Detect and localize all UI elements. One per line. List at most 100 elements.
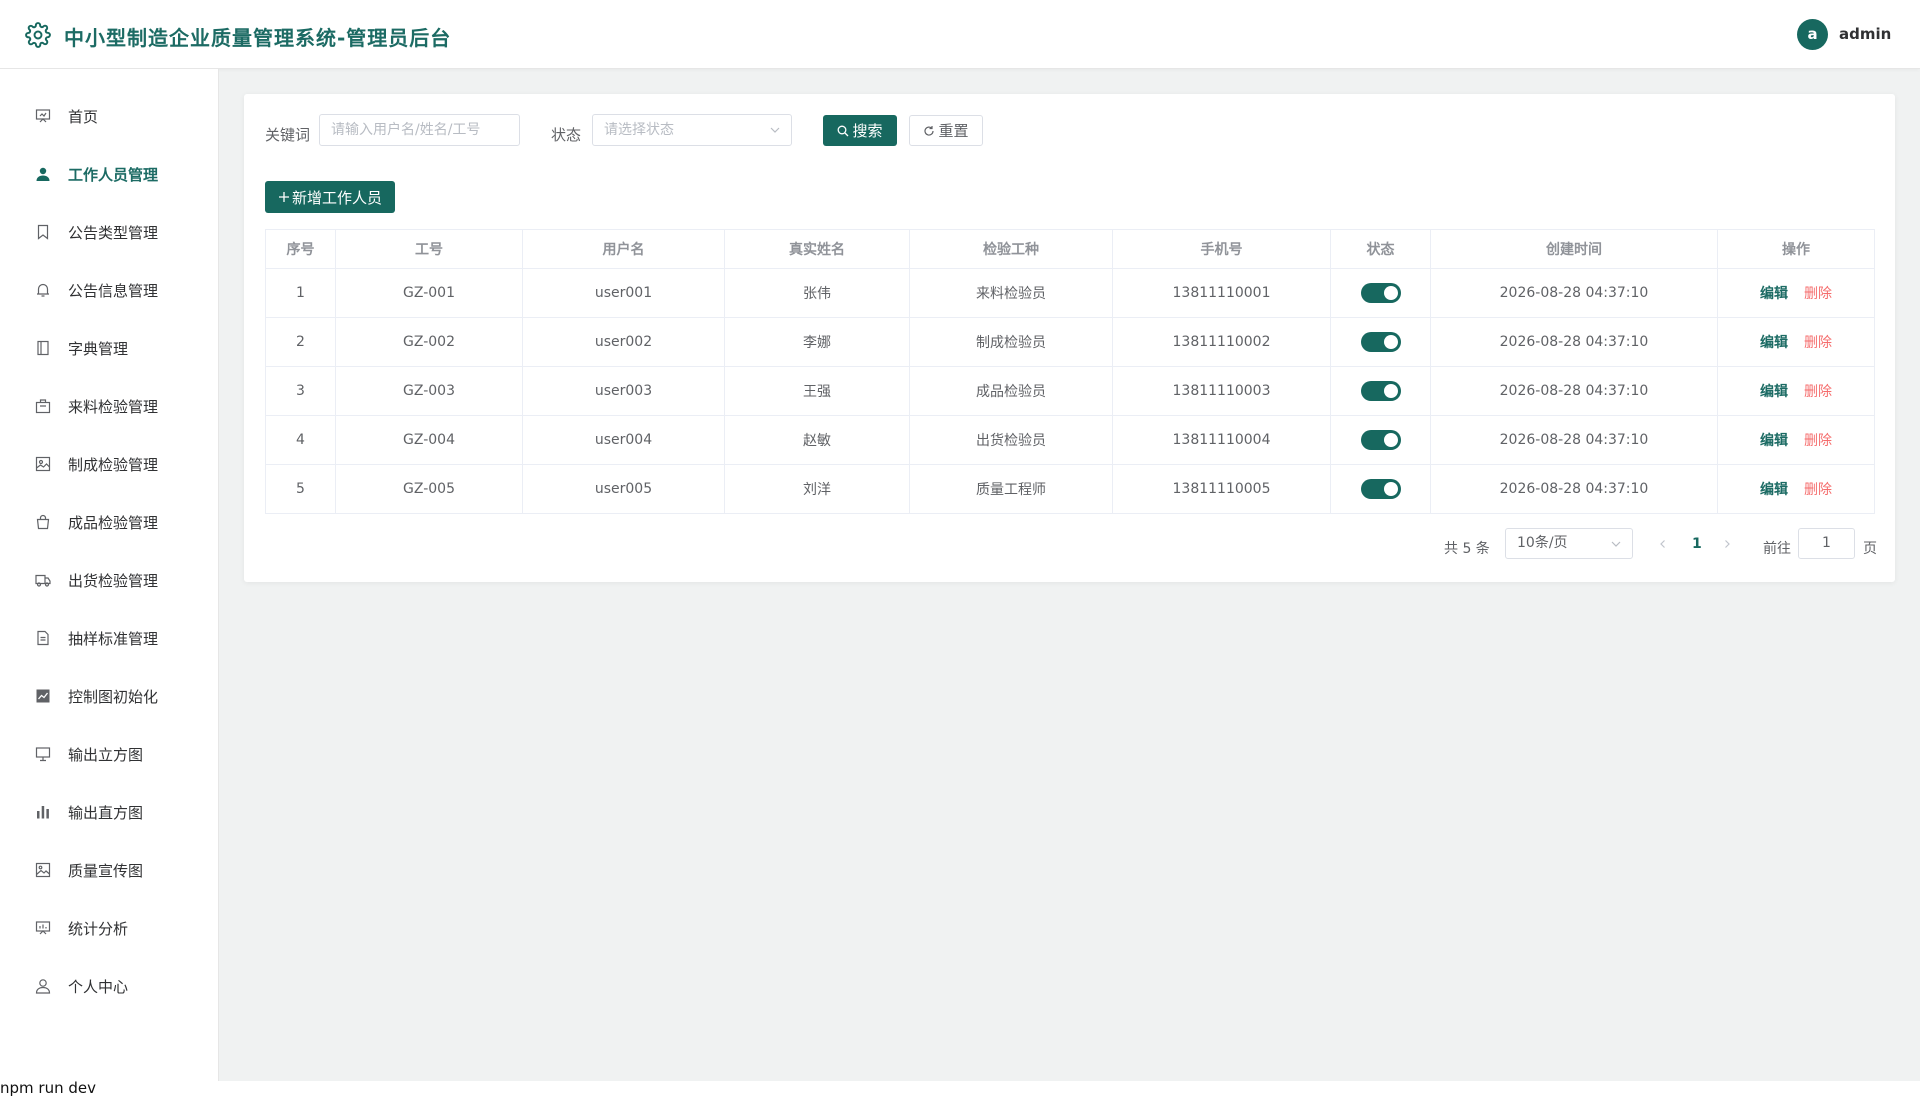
bell-icon xyxy=(34,281,52,299)
toggle-knob xyxy=(1383,335,1398,349)
edit-link[interactable]: 编辑 xyxy=(1760,286,1788,302)
table-header-row: 序号 工号 用户名 真实姓名 检验工种 手机号 状态 创建时间 操作 xyxy=(265,229,1875,269)
sidebar-item-profile[interactable]: 个人中心 xyxy=(0,957,218,1015)
sidebar-item-quality-poster[interactable]: 质量宣传图 xyxy=(0,841,218,899)
chevron-down-icon xyxy=(1611,541,1621,547)
sidebar-item-product-inspection[interactable]: 成品检验管理 xyxy=(0,493,218,551)
cell-username: user004 xyxy=(522,415,725,465)
cell-created: 2026-08-28 04:37:10 xyxy=(1430,366,1718,416)
user-name[interactable]: admin xyxy=(1839,25,1891,43)
sidebar-item-label: 公告信息管理 xyxy=(68,281,159,300)
cell-status xyxy=(1330,366,1431,416)
main-card: 关键词 请输入用户名/姓名/工号 状态 请选择状态 搜索 重置 新增工作人员 序… xyxy=(244,94,1895,582)
delete-link[interactable]: 删除 xyxy=(1804,384,1832,400)
cell-role: 质量工程师 xyxy=(909,464,1113,514)
sidebar-item-notice-type[interactable]: 公告类型管理 xyxy=(0,203,218,261)
prev-page-button[interactable] xyxy=(1658,537,1668,553)
edit-link[interactable]: 编辑 xyxy=(1760,384,1788,400)
plus-icon xyxy=(278,192,289,202)
edit-link[interactable]: 编辑 xyxy=(1760,482,1788,498)
col-role: 检验工种 xyxy=(909,229,1113,269)
sidebar-item-label: 出货检验管理 xyxy=(68,571,159,590)
status-toggle[interactable] xyxy=(1360,430,1401,450)
dashboard-icon xyxy=(34,107,52,125)
delete-link[interactable]: 删除 xyxy=(1804,482,1832,498)
cell-code: GZ-005 xyxy=(335,464,523,514)
cell-status xyxy=(1330,415,1431,465)
cell-created: 2026-08-28 04:37:10 xyxy=(1430,415,1718,465)
sidebar-item-label: 统计分析 xyxy=(68,919,129,938)
goto-label: 前往 xyxy=(1763,541,1791,557)
sidebar-item-label: 输出立方图 xyxy=(68,745,144,764)
status-label: 状态 xyxy=(551,126,582,144)
page-size-select[interactable]: 10条/页 xyxy=(1505,528,1633,559)
status-toggle[interactable] xyxy=(1360,332,1401,352)
col-code: 工号 xyxy=(335,229,523,269)
search-button[interactable]: 搜索 xyxy=(823,115,897,146)
sidebar-item-process-inspection[interactable]: 制成检验管理 xyxy=(0,435,218,493)
sidebar-item-notice-info[interactable]: 公告信息管理 xyxy=(0,261,218,319)
sidebar-item-shipping-inspection[interactable]: 出货检验管理 xyxy=(0,551,218,609)
cell-username: user003 xyxy=(522,366,725,416)
delete-link[interactable]: 删除 xyxy=(1804,433,1832,449)
toggle-knob xyxy=(1383,433,1398,447)
table-row: 2 GZ-002 user002 李娜 制成检验员 13811110002 20… xyxy=(265,317,1875,367)
avatar[interactable]: a xyxy=(1797,19,1828,50)
refresh-icon xyxy=(924,125,935,136)
col-index: 序号 xyxy=(265,229,336,269)
top-header: 中小型制造企业质量管理系统-管理员后台 a admin xyxy=(0,0,1920,69)
next-page-button[interactable] xyxy=(1722,537,1732,553)
reset-button[interactable]: 重置 xyxy=(909,115,983,146)
cell-code: GZ-004 xyxy=(335,415,523,465)
truck-icon xyxy=(34,571,52,589)
cell-role: 成品检验员 xyxy=(909,366,1113,416)
keyword-input[interactable]: 请输入用户名/姓名/工号 xyxy=(319,114,520,146)
sidebar-item-cube-chart[interactable]: 输出立方图 xyxy=(0,725,218,783)
page-number-current[interactable]: 1 xyxy=(1692,536,1702,552)
sidebar-item-control-chart-init[interactable]: 控制图初始化 xyxy=(0,667,218,725)
image-icon xyxy=(34,861,52,879)
cell-phone: 13811110004 xyxy=(1112,415,1331,465)
cell-realname: 王强 xyxy=(724,366,910,416)
line-chart-icon xyxy=(34,687,52,705)
bottom-strip xyxy=(0,1081,1920,1098)
sidebar-item-incoming-inspection[interactable]: 来料检验管理 xyxy=(0,377,218,435)
handbag-icon xyxy=(34,513,52,531)
sidebar-item-sampling-standard[interactable]: 抽样标准管理 xyxy=(0,609,218,667)
cell-code: GZ-002 xyxy=(335,317,523,367)
sidebar-item-label: 控制图初始化 xyxy=(68,687,159,706)
status-select[interactable]: 请选择状态 xyxy=(592,114,792,146)
sidebar-item-dictionary[interactable]: 字典管理 xyxy=(0,319,218,377)
cell-role: 制成检验员 xyxy=(909,317,1113,367)
staff-table: 序号 工号 用户名 真实姓名 检验工种 手机号 状态 创建时间 操作 1 GZ-… xyxy=(265,229,1875,514)
edit-link[interactable]: 编辑 xyxy=(1760,433,1788,449)
cell-actions: 编辑 删除 xyxy=(1717,268,1875,318)
delete-link[interactable]: 删除 xyxy=(1804,286,1832,302)
add-staff-button[interactable]: 新增工作人员 xyxy=(265,181,395,213)
cell-created: 2026-08-28 04:37:10 xyxy=(1430,464,1718,514)
toggle-knob xyxy=(1383,384,1398,398)
sidebar-item-label: 公告类型管理 xyxy=(68,223,159,242)
goto-page-input[interactable]: 1 xyxy=(1798,528,1855,559)
sidebar-item-statistics[interactable]: 统计分析 xyxy=(0,899,218,957)
cell-realname: 赵敏 xyxy=(724,415,910,465)
notebook-icon xyxy=(34,339,52,357)
status-toggle[interactable] xyxy=(1360,479,1401,499)
sidebar-item-staff[interactable]: 工作人员管理 xyxy=(0,145,218,203)
sidebar-item-histogram[interactable]: 输出直方图 xyxy=(0,783,218,841)
table-row: 1 GZ-001 user001 张伟 来料检验员 13811110001 20… xyxy=(265,268,1875,318)
col-created: 创建时间 xyxy=(1430,229,1718,269)
sidebar-item-label: 质量宣传图 xyxy=(68,861,144,880)
bar-chart-icon xyxy=(34,803,52,821)
edit-link[interactable]: 编辑 xyxy=(1760,335,1788,351)
cell-created: 2026-08-28 04:37:10 xyxy=(1430,268,1718,318)
sidebar-item-home[interactable]: 首页 xyxy=(0,87,218,145)
delete-link[interactable]: 删除 xyxy=(1804,335,1832,351)
status-toggle[interactable] xyxy=(1360,381,1401,401)
reset-button-label: 重置 xyxy=(938,122,969,140)
toggle-knob xyxy=(1383,286,1398,300)
table-row: 3 GZ-003 user003 王强 成品检验员 13811110003 20… xyxy=(265,366,1875,416)
cell-phone: 13811110001 xyxy=(1112,268,1331,318)
cell-actions: 编辑 删除 xyxy=(1717,415,1875,465)
status-toggle[interactable] xyxy=(1360,283,1401,303)
